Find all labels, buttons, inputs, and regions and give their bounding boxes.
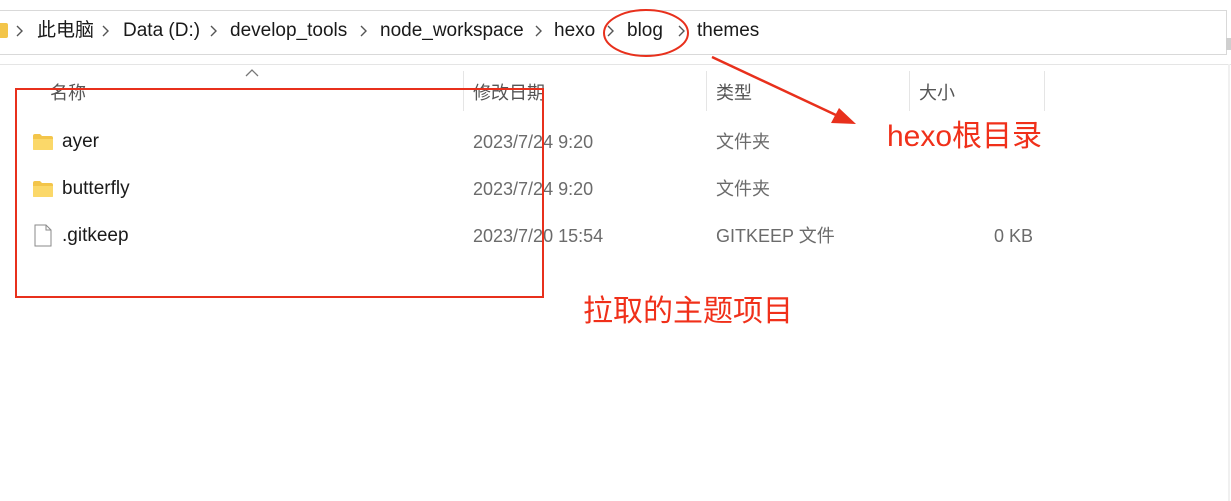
themes-project-label: 拉取的主题项目 xyxy=(583,295,793,328)
annotation-overlay xyxy=(603,9,856,124)
blog-highlight-circle xyxy=(603,9,689,57)
hexo-root-label: hexo根目录 xyxy=(887,120,1043,153)
annotation-arrow-head xyxy=(831,108,856,124)
annotation-arrow-line xyxy=(711,55,839,118)
